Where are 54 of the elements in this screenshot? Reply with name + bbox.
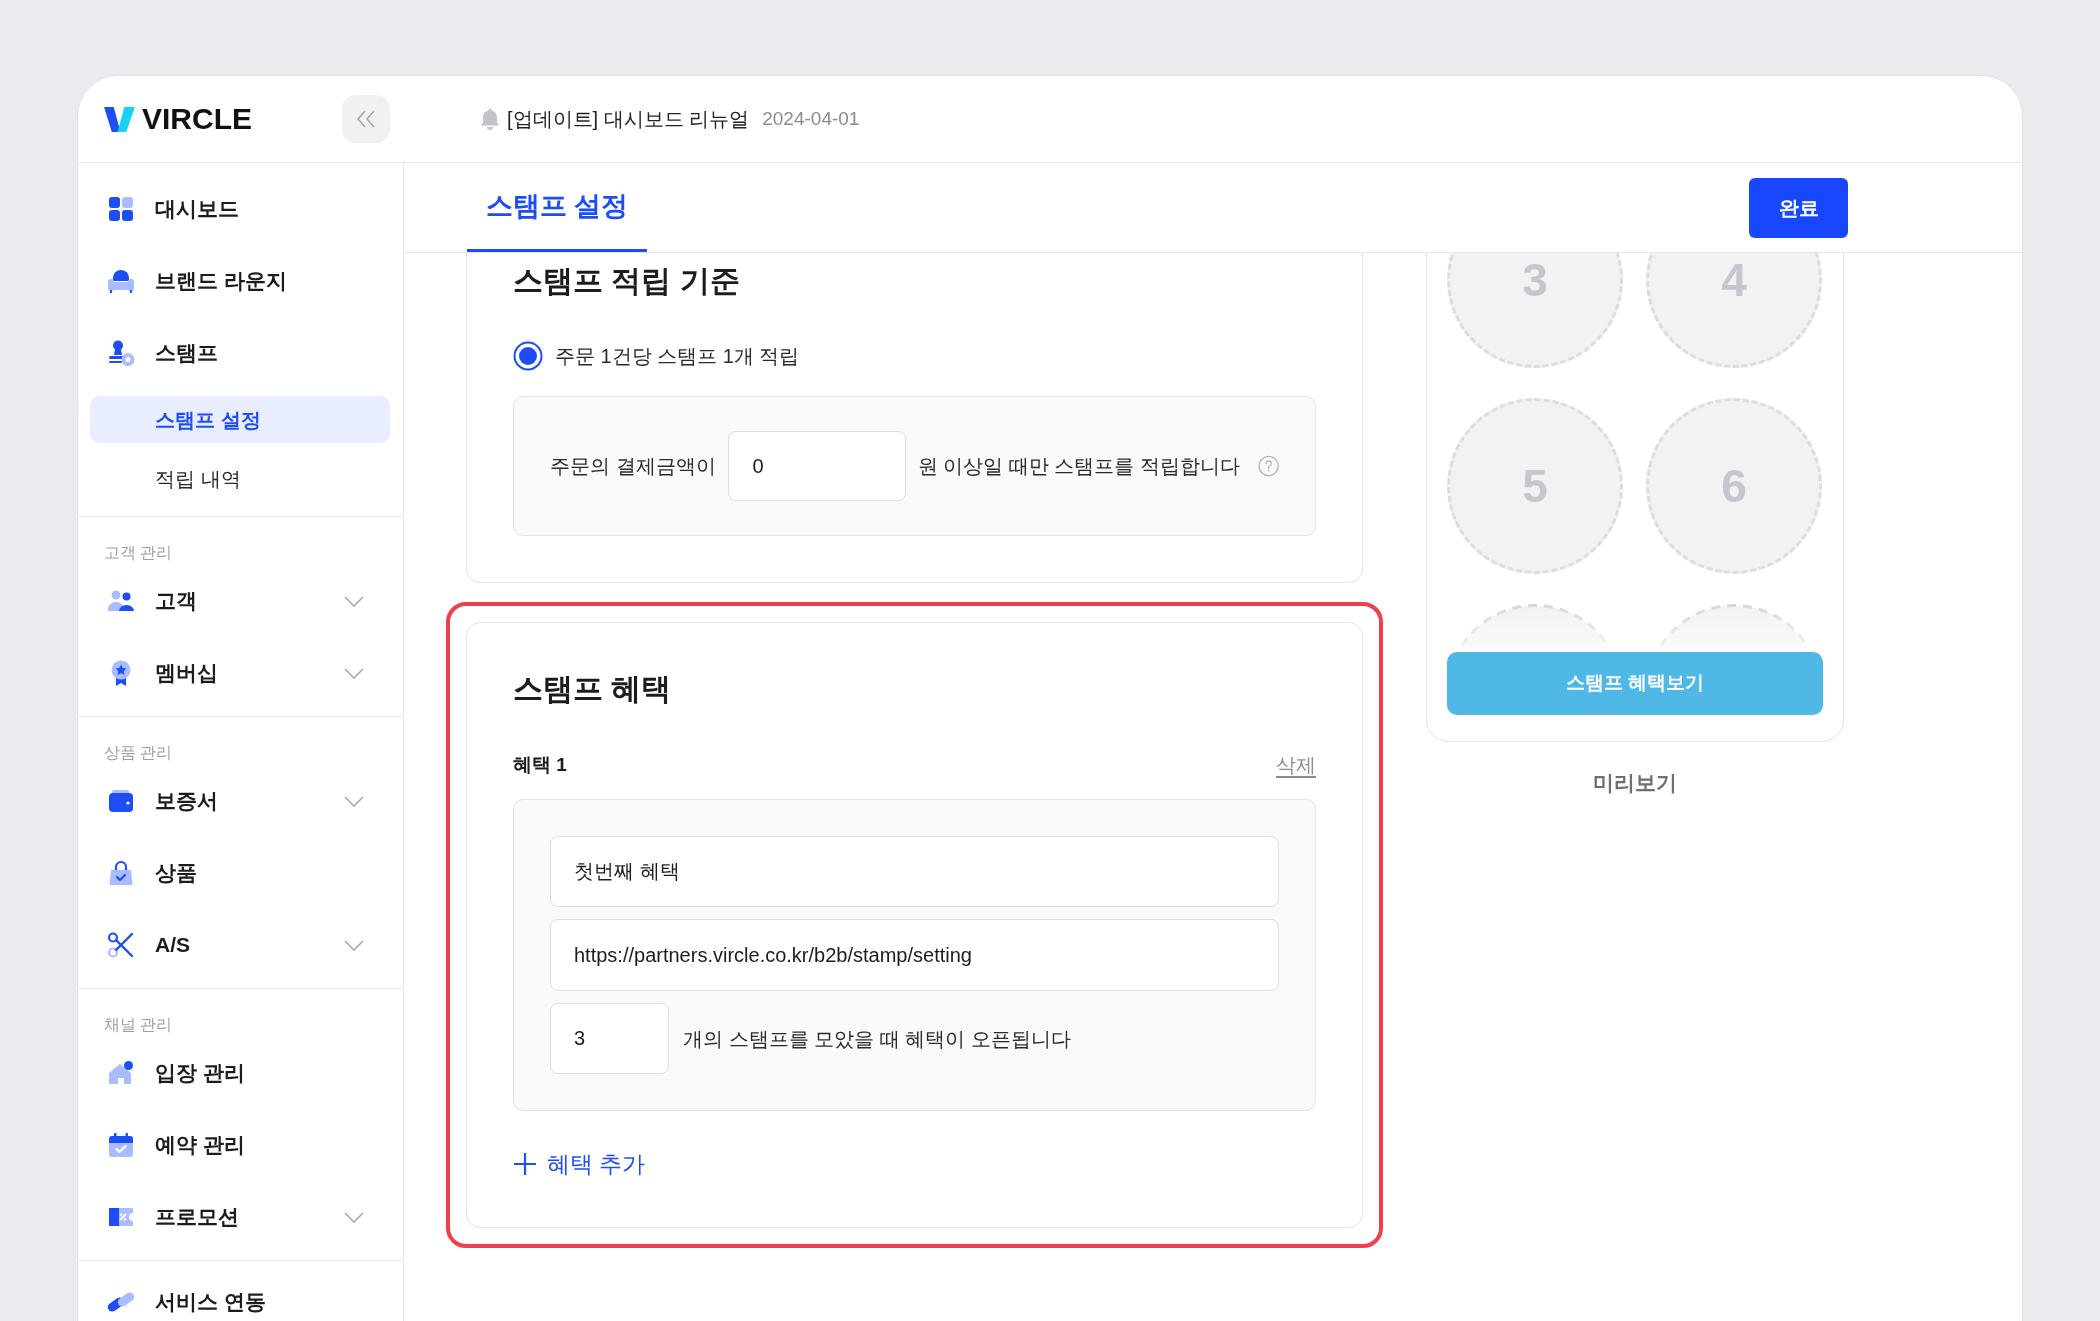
calendar-icon bbox=[107, 1131, 135, 1159]
nav-item[interactable]: 보증서 bbox=[107, 787, 218, 815]
nav-item[interactable]: 스탬프 bbox=[107, 339, 218, 367]
help-icon[interactable] bbox=[1257, 455, 1279, 477]
logo-icon bbox=[104, 105, 135, 133]
option-label: 주문 1건당 스탬프 1개 적립 bbox=[555, 344, 800, 369]
wallet-icon bbox=[107, 787, 135, 815]
nav-item[interactable]: 고객 bbox=[107, 587, 197, 615]
amount-field[interactable]: 0 bbox=[727, 431, 906, 501]
chevron-down-icon[interactable] bbox=[344, 1211, 364, 1223]
shopping-bag-icon bbox=[107, 859, 135, 887]
scissors-icon bbox=[107, 931, 135, 959]
nav-item[interactable]: A/S bbox=[107, 931, 190, 959]
benefit-url-field[interactable]: https://partners.vircle.co.kr/b2b/stamp/setting bbox=[550, 919, 1279, 991]
add-benefit-button[interactable]: 혜택 추가 bbox=[513, 1149, 646, 1179]
armchair-icon bbox=[107, 267, 135, 295]
grid-icon bbox=[107, 195, 135, 223]
section-title: 스탬프 적립 기준 bbox=[513, 263, 741, 299]
bell-icon[interactable] bbox=[479, 107, 501, 131]
nav-subitem[interactable]: 스탬프 설정 bbox=[90, 396, 390, 443]
nav-item[interactable]: 예약 관리 bbox=[107, 1131, 245, 1159]
preview-caption: 미리보기 bbox=[1593, 770, 1677, 796]
radio-button[interactable] bbox=[513, 341, 543, 371]
section-label: 상품 관리 bbox=[104, 743, 173, 763]
chevron-down-icon[interactable] bbox=[344, 795, 364, 807]
nav-item[interactable]: 서비스 연동 bbox=[107, 1288, 266, 1316]
chevron-down-icon[interactable] bbox=[344, 667, 364, 679]
nav-item[interactable]: 브랜드 라운지 bbox=[107, 267, 287, 295]
nav-item[interactable]: 프로모션 bbox=[107, 1203, 239, 1231]
benefit-label: 혜택 1 bbox=[513, 752, 567, 777]
nav-item[interactable]: 대시보드 bbox=[107, 195, 239, 223]
stamp-count-field[interactable]: 3 bbox=[550, 1003, 669, 1074]
chevron-down-icon[interactable] bbox=[344, 939, 364, 951]
section-label: 채널 관리 bbox=[104, 1015, 173, 1035]
collapse-sidebar-button[interactable] bbox=[342, 95, 390, 143]
plus-icon bbox=[513, 1152, 537, 1176]
benefit-name-field[interactable]: 첫번째 혜택 bbox=[550, 836, 1279, 907]
section-label: 고객 관리 bbox=[104, 543, 173, 563]
double-chevron-left-icon bbox=[356, 110, 376, 128]
nav-item[interactable]: 입장 관리 bbox=[107, 1059, 245, 1087]
nav-subitem[interactable]: 적립 내역 bbox=[90, 455, 390, 502]
chevron-down-icon[interactable] bbox=[344, 595, 364, 607]
notice-text[interactable]: [업데이트] 대시보드 리뉴얼 bbox=[507, 104, 750, 134]
logo-text: VIRCLE bbox=[142, 101, 252, 137]
notice-date: 2024-04-01 bbox=[762, 106, 860, 131]
house-icon bbox=[107, 1059, 135, 1087]
nav-item[interactable]: 상품 bbox=[107, 859, 197, 887]
section-title: 스탬프 혜택 bbox=[513, 671, 673, 707]
count-description: 개의 스탬프를 모았을 때 혜택이 오픈됩니다 bbox=[683, 1026, 1071, 1052]
done-button[interactable]: 완료 bbox=[1749, 177, 1848, 238]
nav-item[interactable]: 멤버십 bbox=[107, 659, 218, 687]
condition-text: 원 이상일 때만 스탬프를 적립합니다 bbox=[917, 454, 1240, 479]
amount-label: 주문의 결제금액이 bbox=[550, 454, 716, 479]
stamp-icon bbox=[107, 339, 135, 367]
